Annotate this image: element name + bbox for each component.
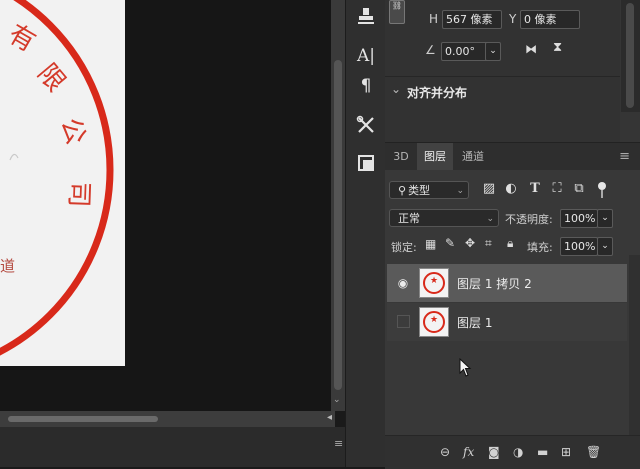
properties-panel: ⛓ H 567 像素 Y 0 像素 ∠ 0.00° ⌄ ⧓ ⧗ ⌄ 对齐并分布: [385, 0, 620, 145]
opacity-dropdown-icon[interactable]: ⌄: [597, 209, 613, 228]
horizontal-scrollbar[interactable]: ◂: [0, 411, 335, 427]
y-field[interactable]: 0 像素: [520, 10, 580, 29]
layer-thumbnail: ★: [419, 307, 449, 337]
stamp-bottom-char: 道: [0, 257, 16, 275]
flip-vertical-icon[interactable]: ⧗: [553, 40, 562, 55]
fill-dropdown-icon[interactable]: ⌄: [597, 237, 613, 256]
adjustment-filter-icon[interactable]: ◐: [503, 181, 519, 197]
adjustment-icon[interactable]: ◑: [513, 445, 523, 459]
fill-label: 填充:: [527, 241, 553, 254]
filter-kind-select[interactable]: ⚲ 类型 ⌄: [389, 181, 469, 199]
filter-kind-label: 类型: [408, 184, 431, 197]
opacity-label: 不透明度:: [505, 213, 553, 226]
search-icon: ⚲: [398, 184, 407, 197]
trash-icon[interactable]: 🗑︎: [586, 445, 601, 459]
y-label: Y: [509, 12, 517, 26]
scroll-right-arrow-icon[interactable]: ◂: [327, 412, 332, 423]
filter-toggle-stem: [601, 190, 603, 198]
lock-label: 锁定:: [391, 241, 417, 254]
chevron-down-icon[interactable]: ⌄: [391, 82, 401, 96]
height-field[interactable]: 567 像素: [442, 10, 502, 29]
scroll-down-arrow-icon[interactable]: ⌄: [333, 395, 341, 405]
angle-field[interactable]: 0.00°: [441, 42, 489, 61]
panel-menu-icon[interactable]: ≡: [619, 149, 630, 164]
vertical-scroll-thumb[interactable]: [334, 60, 342, 390]
lock-position-icon[interactable]: ✥: [465, 236, 475, 250]
link-layers-icon[interactable]: ⊖: [440, 445, 450, 459]
tab-layers[interactable]: 图层: [417, 143, 453, 170]
vertical-scrollbar[interactable]: ⌄: [331, 0, 345, 411]
type-filter-icon[interactable]: T: [527, 181, 543, 197]
align-distribute-section[interactable]: ⌄ 对齐并分布: [385, 76, 620, 109]
type-icon[interactable]: A|: [354, 44, 378, 68]
document-canvas[interactable]: 有 限 公 司 道 ◂: [0, 0, 335, 450]
smart-object-filter-icon[interactable]: ⧉: [571, 181, 587, 197]
tab-channels[interactable]: 通道: [455, 143, 491, 170]
blend-mode-select[interactable]: 正常 ⌄: [389, 209, 499, 227]
folder-icon[interactable]: ▬: [537, 445, 548, 459]
chevron-down-icon: ⌄: [486, 214, 494, 224]
horizontal-scroll-thumb[interactable]: [8, 416, 158, 422]
lock-artboard-icon[interactable]: ⌗: [485, 236, 492, 251]
settings-tool-icon[interactable]: [354, 115, 378, 139]
status-bar: ≡: [0, 427, 345, 467]
image-filter-icon[interactable]: ▨: [481, 181, 497, 197]
layer-thumbnail: ★: [419, 268, 449, 298]
collapse-grip-icon[interactable]: ≡: [334, 437, 343, 450]
fill-field[interactable]: 100%: [560, 237, 598, 256]
angle-icon: ∠: [425, 43, 436, 57]
lock-all-icon[interactable]: 🔒︎: [507, 236, 513, 251]
lock-transparent-icon[interactable]: ▦: [425, 237, 436, 251]
layer-row-copy-2[interactable]: ◉ ★ 图层 1 拷贝 2: [387, 264, 627, 302]
tab-3d[interactable]: 3D: [389, 143, 413, 170]
mask-icon[interactable]: ◙: [488, 445, 500, 459]
clone-panel-icon[interactable]: [354, 153, 378, 177]
chevron-down-icon: ⌄: [456, 186, 464, 196]
stamp-icon[interactable]: [354, 6, 378, 30]
panel-tool-strip: A| ¶: [345, 0, 386, 467]
align-section-title: 对齐并分布: [407, 86, 468, 100]
angle-dropdown-chevron-icon[interactable]: ⌄: [485, 42, 501, 61]
lock-brush-icon[interactable]: ✎: [445, 236, 455, 250]
document-page: 有 限 公 司 道: [0, 0, 125, 366]
mouse-cursor-icon: [459, 358, 472, 377]
layer-name[interactable]: 图层 1 拷贝 2: [457, 275, 532, 292]
layers-footer: ⊖ fx ◙ ◑ ▬ ⊞ 🗑︎: [385, 435, 640, 469]
fx-icon[interactable]: fx: [463, 445, 474, 459]
flip-horizontal-icon[interactable]: ⧓: [525, 42, 537, 56]
opacity-field[interactable]: 100%: [560, 209, 598, 228]
shape-filter-icon[interactable]: ⛶: [549, 181, 565, 197]
layer-name[interactable]: 图层 1: [457, 314, 492, 331]
new-layer-icon[interactable]: ⊞: [561, 445, 571, 459]
h-label: H: [429, 12, 439, 26]
layers-panel: 3D 图层 通道 ≡ ⚲ 类型 ⌄ ▨ ◐ T ⛶ ⧉ 正常 ⌄ 不透明度: 10…: [385, 142, 640, 469]
link-icon[interactable]: ⛓: [389, 0, 405, 24]
paragraph-icon[interactable]: ¶: [354, 74, 378, 98]
right-panel: ⛓ H 567 像素 Y 0 像素 ∠ 0.00° ⌄ ⧓ ⧗ ⌄ 对齐并分布 …: [385, 0, 640, 469]
blend-mode-value: 正常: [398, 212, 420, 225]
properties-scrollbar[interactable]: [621, 0, 640, 112]
filter-toggle-icon[interactable]: [598, 182, 606, 190]
eye-icon[interactable]: ◉: [395, 276, 411, 290]
stamp-char-4: 司: [63, 180, 94, 208]
layers-scrollbar[interactable]: [629, 255, 640, 435]
layer-row-1[interactable]: ★ 图层 1: [387, 303, 627, 341]
visibility-toggle-empty[interactable]: [397, 315, 410, 328]
panel-tabs: 3D 图层 通道 ≡: [385, 143, 640, 170]
